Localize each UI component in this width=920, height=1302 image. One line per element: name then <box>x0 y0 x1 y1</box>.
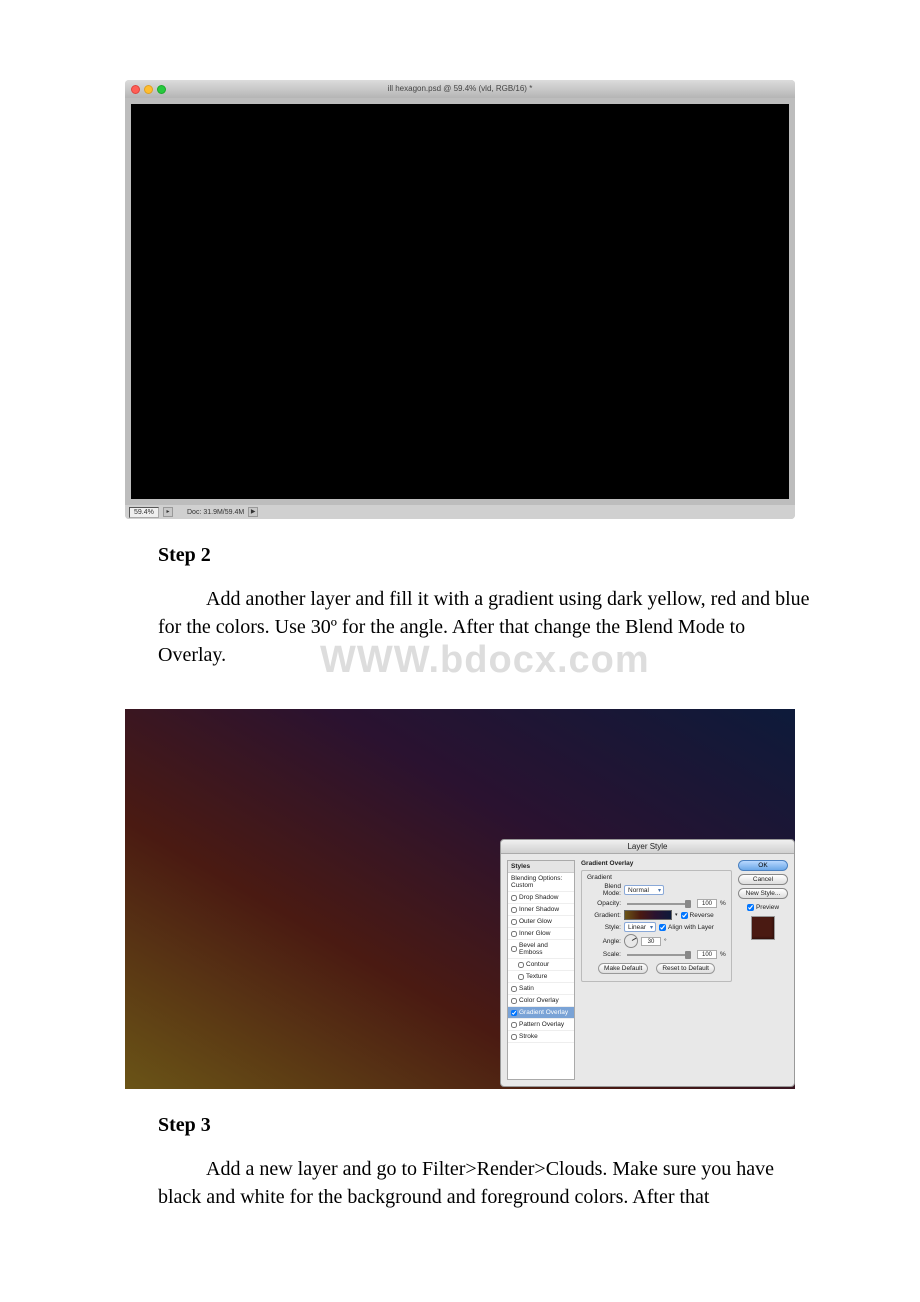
sidebar-item-outer-glow[interactable]: Outer Glow <box>508 916 574 928</box>
sidebar-item-pattern-overlay[interactable]: Pattern Overlay <box>508 1019 574 1031</box>
status-menu-arrow-icon[interactable]: ▶ <box>248 507 258 517</box>
scale-label: Scale: <box>587 951 621 958</box>
angle-label: Angle: <box>587 938 621 945</box>
sidebar-item-contour[interactable]: Contour <box>508 959 574 971</box>
sidebar-item-inner-glow[interactable]: Inner Glow <box>508 928 574 940</box>
status-arrow-icon[interactable]: ▸ <box>163 507 173 517</box>
styles-sidebar: Styles Blending Options: Custom Drop Sha… <box>507 860 575 1080</box>
status-bar: 59.4% ▸ Doc: 31.9M/59.4M ▶ <box>125 505 795 519</box>
checkbox-icon[interactable] <box>511 907 517 913</box>
step3-text: Add a new layer and go to Filter>Render>… <box>158 1155 810 1211</box>
new-style-button[interactable]: New Style... <box>738 888 788 899</box>
figure-photoshop-window: ill hexagon.psd @ 59.4% (vld, RGB/16) * … <box>125 80 795 519</box>
cancel-button[interactable]: Cancel <box>738 874 788 885</box>
step2-text: Add another layer and fill it with a gra… <box>158 585 810 669</box>
blending-options-row[interactable]: Blending Options: Custom <box>508 873 574 892</box>
sidebar-item-bevel[interactable]: Bevel and Emboss <box>508 940 574 959</box>
figure-gradient-layerstyle: Layer Style Styles Blending Options: Cus… <box>125 709 795 1089</box>
opacity-label: Opacity: <box>587 900 621 907</box>
make-default-button[interactable]: Make Default <box>598 963 648 974</box>
step3-heading: Step 3 <box>158 1114 810 1137</box>
window-titlebar: ill hexagon.psd @ 59.4% (vld, RGB/16) * <box>125 80 795 98</box>
checkbox-icon[interactable] <box>511 895 517 901</box>
zoom-level[interactable]: 59.4% <box>129 507 159 518</box>
sidebar-item-stroke[interactable]: Stroke <box>508 1031 574 1043</box>
doc-size-info: Doc: 31.9M/59.4M <box>187 509 244 516</box>
sidebar-header: Styles <box>508 861 574 873</box>
preview-label: Preview <box>756 904 779 911</box>
document-title: ill hexagon.psd @ 59.4% (vld, RGB/16) * <box>125 84 795 93</box>
opacity-slider[interactable] <box>627 903 691 905</box>
scale-slider[interactable] <box>627 954 691 956</box>
step2-heading: Step 2 <box>158 544 810 567</box>
gradient-overlay-panel: Gradient Overlay Gradient Blend Mode: No… <box>581 860 732 1080</box>
reverse-checkbox[interactable] <box>681 912 688 919</box>
checkbox-icon[interactable] <box>511 919 517 925</box>
gradient-label: Gradient: <box>587 912 621 919</box>
checkbox-icon[interactable] <box>511 998 517 1004</box>
dialog-buttons: OK Cancel New Style... Preview <box>738 860 788 1080</box>
reverse-label: Reverse <box>690 912 714 919</box>
panel-title: Gradient Overlay <box>581 860 732 867</box>
sidebar-item-inner-shadow[interactable]: Inner Shadow <box>508 904 574 916</box>
checkbox-icon[interactable] <box>511 1034 517 1040</box>
style-label: Style: <box>587 924 621 931</box>
blend-mode-label: Blend Mode: <box>587 883 621 897</box>
gradient-background: Layer Style Styles Blending Options: Cus… <box>125 709 795 1089</box>
preview-checkbox[interactable] <box>747 904 754 911</box>
sidebar-item-gradient-overlay[interactable]: Gradient Overlay <box>508 1007 574 1019</box>
dialog-title: Layer Style <box>501 840 794 854</box>
subgroup-label: Gradient <box>587 874 726 881</box>
align-checkbox[interactable] <box>659 924 666 931</box>
angle-input[interactable]: 30 <box>641 937 661 946</box>
checkbox-icon[interactable] <box>511 1022 517 1028</box>
gradient-swatch[interactable] <box>624 910 672 920</box>
sidebar-item-satin[interactable]: Satin <box>508 983 574 995</box>
sidebar-item-drop-shadow[interactable]: Drop Shadow <box>508 892 574 904</box>
canvas-area[interactable] <box>131 104 789 499</box>
blend-mode-select[interactable]: Normal <box>624 885 664 895</box>
layer-style-dialog: Layer Style Styles Blending Options: Cus… <box>500 839 795 1087</box>
sidebar-item-color-overlay[interactable]: Color Overlay <box>508 995 574 1007</box>
opacity-input[interactable]: 100 <box>697 899 717 908</box>
align-label: Align with Layer <box>668 924 714 931</box>
checkbox-icon[interactable] <box>518 962 524 968</box>
ok-button[interactable]: OK <box>738 860 788 871</box>
checkbox-icon[interactable] <box>518 974 524 980</box>
reset-default-button[interactable]: Reset to Default <box>656 963 715 974</box>
checkbox-icon[interactable] <box>511 931 517 937</box>
checkbox-icon[interactable] <box>511 1010 517 1016</box>
chevron-down-icon[interactable]: ▾ <box>675 912 678 918</box>
photoshop-window: ill hexagon.psd @ 59.4% (vld, RGB/16) * … <box>125 80 795 519</box>
scale-input[interactable]: 100 <box>697 950 717 959</box>
checkbox-icon[interactable] <box>511 946 517 952</box>
preview-swatch <box>751 916 775 940</box>
sidebar-item-texture[interactable]: Texture <box>508 971 574 983</box>
angle-dial[interactable] <box>624 934 638 948</box>
checkbox-icon[interactable] <box>511 986 517 992</box>
style-select[interactable]: Linear <box>624 922 656 932</box>
